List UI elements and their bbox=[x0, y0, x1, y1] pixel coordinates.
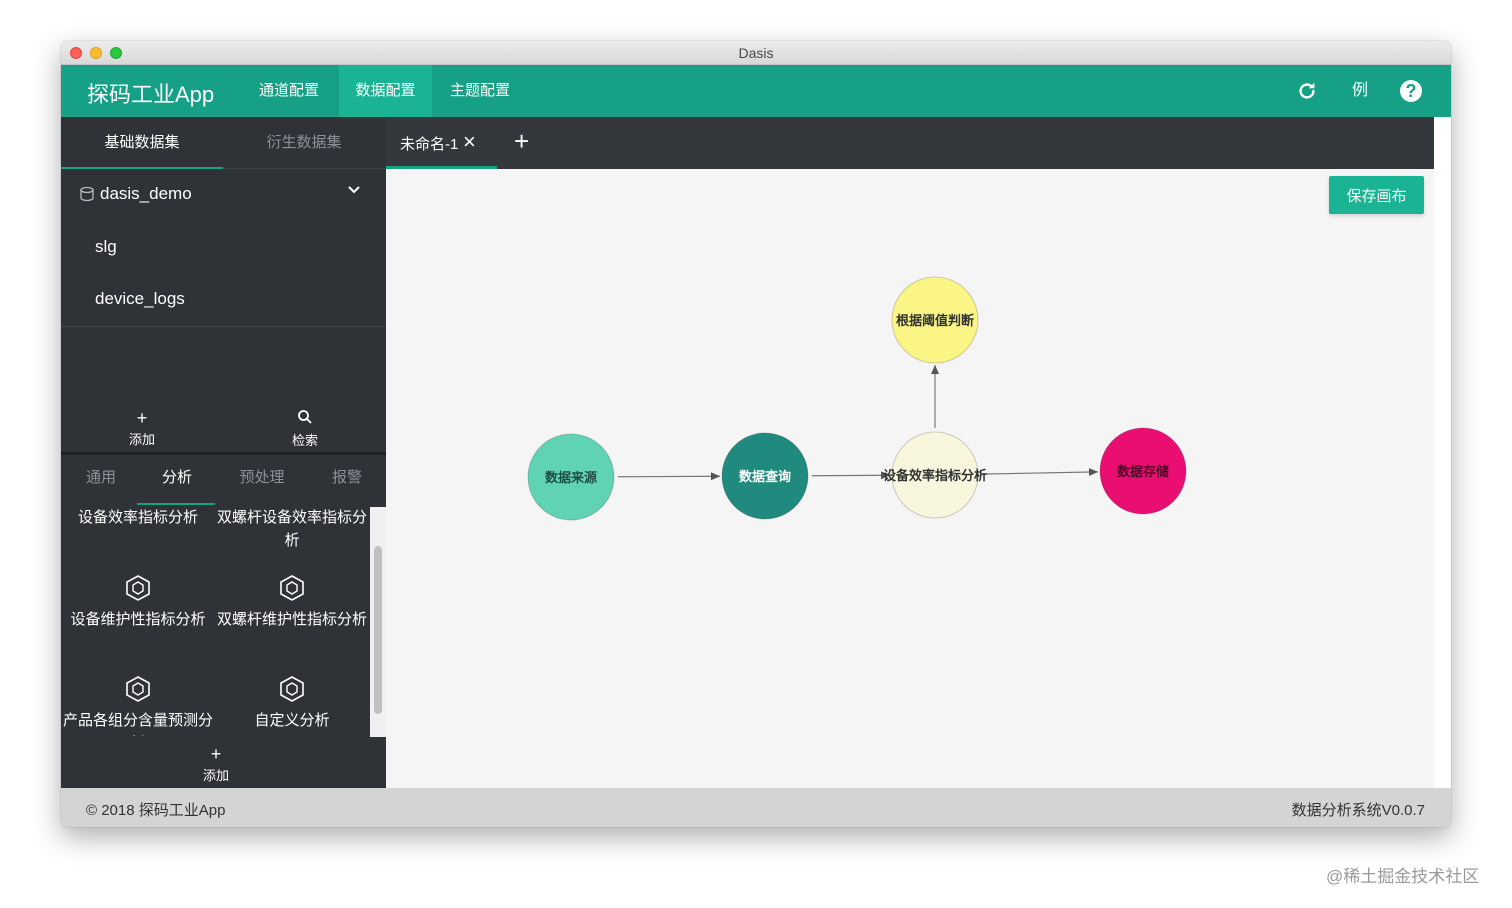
nav-tab-theme-config[interactable]: 主题配置 bbox=[434, 65, 526, 117]
database-name: dasis_demo bbox=[100, 184, 192, 203]
node-label: 数据存储 bbox=[1117, 464, 1169, 480]
component-custom-analysis[interactable]: 自定义分析 bbox=[217, 675, 367, 732]
sidebar-section-divider bbox=[61, 452, 386, 455]
nav-tab-data-config[interactable]: 数据配置 bbox=[339, 65, 432, 117]
dataset-tabs: 基础数据集 衍生数据集 bbox=[61, 117, 386, 169]
database-row[interactable]: dasis_demo bbox=[61, 169, 386, 221]
database-icon bbox=[79, 186, 95, 202]
save-canvas-button[interactable]: 保存画布 bbox=[1329, 176, 1424, 214]
hexagon-node-icon bbox=[280, 676, 304, 702]
app-window: Dasis 探码工业App 通道配置 数据配置 主题配置 例 ? 基础数据集 衍… bbox=[61, 41, 1451, 827]
scrollbar-thumb[interactable] bbox=[374, 546, 382, 714]
edge-group bbox=[617, 365, 1099, 481]
plus-icon: + bbox=[136, 408, 148, 428]
component-device-efficiency[interactable]: 设备效率指标分析 bbox=[63, 506, 213, 529]
component-product-prediction[interactable]: 产品各组分含量预测分析 bbox=[63, 675, 213, 736]
footer-bar: © 2018 探码工业App 数据分析系统V0.0.7 bbox=[61, 788, 1451, 827]
component-list: 设备效率指标分析 双螺杆设备效率指标分析 设备维护性指标分析 双螺杆维护性指标分… bbox=[61, 506, 386, 736]
top-navbar: 探码工业App 通道配置 数据配置 主题配置 例 ? bbox=[61, 65, 1451, 117]
version-text: 数据分析系统V0.0.7 bbox=[1291, 802, 1425, 819]
component-device-maintenance[interactable]: 设备维护性指标分析 bbox=[63, 574, 213, 631]
tab-alarm[interactable]: 报警 bbox=[307, 466, 387, 496]
component-twin-screw-maintenance[interactable]: 双螺杆维护性指标分析 bbox=[217, 574, 367, 631]
tab-general[interactable]: 通用 bbox=[61, 466, 141, 496]
node-threshold[interactable]: 根据阈值判断 bbox=[891, 276, 979, 364]
flow-canvas[interactable]: 数据来源 数据查询 设备效率指标分析根据阈值判断数据存储 bbox=[386, 169, 1434, 788]
app-brand[interactable]: 探码工业App bbox=[87, 77, 214, 109]
node-analysis[interactable]: 设备效率指标分析 bbox=[883, 431, 987, 519]
edge-source-to-query[interactable] bbox=[617, 472, 721, 481]
node-label: 数据来源 bbox=[545, 470, 597, 486]
chevron-down-icon[interactable] bbox=[347, 183, 361, 200]
tab-analysis[interactable]: 分析 bbox=[137, 466, 217, 496]
node-source[interactable]: 数据来源 bbox=[527, 433, 615, 521]
active-tab-indicator bbox=[137, 503, 215, 505]
right-edge bbox=[1434, 117, 1451, 788]
flow-tab-bar: 未命名-1 × + bbox=[386, 117, 1434, 169]
component-tabs: 通用 分析 预处理 报警 bbox=[61, 458, 386, 496]
search-dataset-button[interactable]: 检索 bbox=[275, 409, 335, 449]
window-title: Dasis bbox=[738, 45, 774, 61]
component-twin-screw-efficiency[interactable]: 双螺杆设备效率指标分析 bbox=[217, 506, 367, 552]
main-panel: 未命名-1 × + 数据来源 数据查询 设备效率指标分析 根据阈值判断数据存储 保存画… bbox=[386, 117, 1434, 788]
edge-analysis-to-storage[interactable] bbox=[981, 468, 1099, 477]
example-button[interactable]: 例 bbox=[1347, 78, 1373, 104]
add-tab-button[interactable]: + bbox=[514, 126, 529, 157]
table-item-device-logs[interactable]: device_logs bbox=[95, 289, 185, 309]
title-bar: Dasis bbox=[61, 41, 1451, 65]
sidebar: 基础数据集 衍生数据集 dasis_demo slg device_logs +… bbox=[61, 117, 386, 788]
node-query[interactable]: 数据查询 bbox=[721, 432, 809, 520]
tab-derived-datasets[interactable]: 衍生数据集 bbox=[223, 117, 385, 169]
tab-preprocess[interactable]: 预处理 bbox=[222, 466, 302, 496]
add-component-button[interactable]: + 添加 bbox=[193, 745, 239, 784]
help-icon[interactable]: ? bbox=[1400, 80, 1422, 102]
hexagon-node-icon bbox=[126, 575, 150, 601]
node-label: 根据阈值判断 bbox=[896, 313, 974, 329]
hexagon-node-icon bbox=[280, 575, 304, 601]
node-label: 设备效率指标分析 bbox=[883, 468, 987, 484]
plus-icon: + bbox=[210, 744, 222, 764]
node-group: 数据来源 数据查询 设备效率指标分析根据阈值判断数据存储 bbox=[527, 276, 1187, 521]
tab-basic-datasets[interactable]: 基础数据集 bbox=[61, 117, 223, 169]
flow-tab-label: 未命名-1 bbox=[400, 136, 459, 153]
nav-tab-channel-config[interactable]: 通道配置 bbox=[243, 65, 335, 117]
sidebar-divider bbox=[61, 326, 386, 327]
flow-tab[interactable]: 未命名-1 × bbox=[386, 117, 497, 169]
copyright-text: © 2018 探码工业App bbox=[86, 802, 226, 819]
node-storage[interactable]: 数据存储 bbox=[1099, 427, 1187, 515]
node-label: 数据查询 bbox=[739, 469, 791, 485]
watermark-text: @稀土掘金技术社区 bbox=[1326, 867, 1480, 886]
close-icon[interactable]: × bbox=[463, 129, 476, 155]
table-item-slg[interactable]: slg bbox=[95, 237, 117, 257]
add-dataset-button[interactable]: + 添加 bbox=[112, 409, 172, 448]
refresh-icon[interactable] bbox=[1294, 78, 1320, 104]
search-icon bbox=[275, 409, 335, 428]
hexagon-node-icon bbox=[126, 676, 150, 702]
